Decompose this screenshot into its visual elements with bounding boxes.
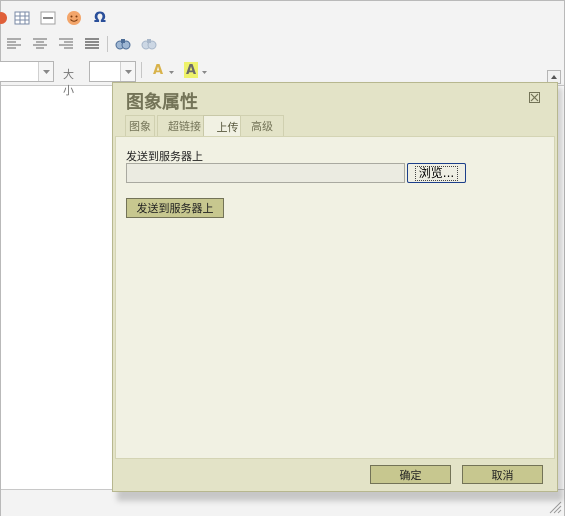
background-color-icon[interactable]: A bbox=[184, 62, 198, 78]
align-right-icon[interactable] bbox=[58, 36, 74, 52]
chevron-down-icon[interactable] bbox=[120, 62, 135, 81]
text-color-icon[interactable]: A bbox=[149, 62, 167, 78]
close-icon[interactable] bbox=[529, 92, 540, 103]
image-properties-dialog: 图象属性 图象 超链接 上传 高级 发送到服务器上 浏览... 发送到服务器上 … bbox=[112, 82, 558, 492]
ok-button[interactable]: 确定 bbox=[370, 465, 451, 484]
chevron-down-icon[interactable] bbox=[200, 64, 208, 80]
text-color-glyph: A bbox=[152, 62, 164, 78]
upload-panel: 发送到服务器上 浏览... 发送到服务器上 bbox=[115, 136, 555, 459]
align-center-icon[interactable] bbox=[32, 36, 48, 52]
tab-advanced[interactable]: 高级 bbox=[240, 115, 284, 136]
font-size-combo[interactable] bbox=[89, 61, 136, 82]
table-icon[interactable] bbox=[14, 10, 30, 26]
resize-grip-icon[interactable] bbox=[548, 500, 562, 514]
cancel-button[interactable]: 取消 bbox=[462, 465, 543, 484]
align-justify-icon[interactable] bbox=[84, 36, 100, 52]
font-name-combo[interactable] bbox=[0, 61, 54, 82]
toolbar-separator bbox=[107, 36, 108, 52]
align-left-icon[interactable] bbox=[6, 36, 22, 52]
editor-toolbar: Ω 大小 A A bbox=[0, 1, 564, 97]
dialog-footer: 确定 取消 bbox=[113, 461, 557, 491]
special-char-icon[interactable]: Ω bbox=[92, 10, 108, 26]
flash-icon[interactable] bbox=[0, 10, 9, 26]
dialog-title: 图象属性 bbox=[126, 92, 198, 113]
font-size-label: 大小 bbox=[63, 68, 74, 97]
background-color-glyph: A bbox=[185, 62, 197, 78]
find-icon[interactable] bbox=[115, 36, 131, 52]
chevron-down-icon[interactable] bbox=[167, 64, 175, 80]
smiley-icon[interactable] bbox=[66, 10, 82, 26]
horizontal-rule-icon[interactable] bbox=[40, 10, 56, 26]
replace-icon[interactable] bbox=[141, 36, 157, 52]
tab-image[interactable]: 图象 bbox=[125, 115, 155, 136]
send-to-server-button[interactable]: 发送到服务器上 bbox=[126, 198, 224, 218]
browse-button-label: 浏览... bbox=[414, 165, 459, 181]
upload-field-label: 发送到服务器上 bbox=[126, 150, 203, 163]
file-path-input[interactable] bbox=[126, 163, 405, 183]
toolbar-separator bbox=[141, 62, 142, 78]
browse-button[interactable]: 浏览... bbox=[407, 163, 466, 183]
chevron-down-icon[interactable] bbox=[38, 62, 53, 81]
